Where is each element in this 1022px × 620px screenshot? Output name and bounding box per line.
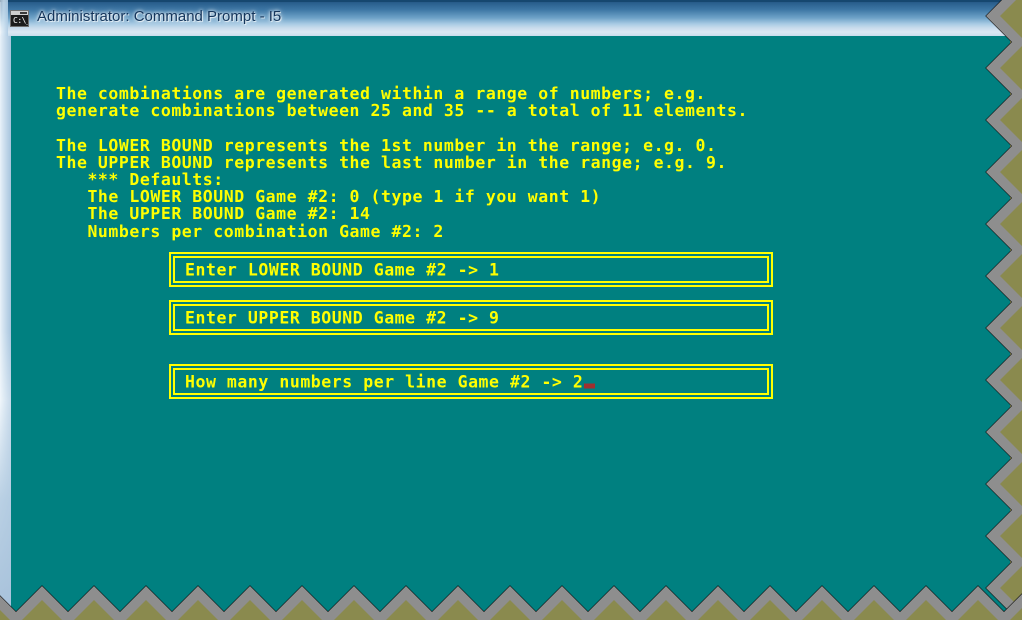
prompt-text-upper-bound: Enter UPPER BOUND Game #2 -> 9 — [185, 308, 500, 327]
title-bar[interactable]: C:\_ Administrator: Command Prompt - I5 — [0, 0, 1010, 36]
console-line: The UPPER BOUND represents the last numb… — [56, 152, 727, 172]
console-line: The LOWER BOUND Game #2: 0 (type 1 if yo… — [56, 187, 602, 207]
console-line: Numbers per combination Game #2: 2 — [56, 221, 444, 241]
prompt-text-numbers-per-line: How many numbers per line Game #2 -> 2 — [185, 372, 596, 391]
screenshot-root: C:\_ Administrator: Command Prompt - I5 … — [0, 0, 1022, 620]
console-line: The combinations are generated within a … — [56, 84, 706, 103]
prompt-box-lower-bound[interactable]: Enter LOWER BOUND Game #2 -> 1 — [169, 252, 773, 287]
window-left-border-fade — [0, 330, 11, 612]
prompt-box-upper-bound[interactable]: Enter UPPER BOUND Game #2 -> 9 — [169, 300, 773, 335]
icon-prompt-text: C:\_ — [13, 16, 29, 25]
console-line: The LOWER BOUND represents the 1st numbe… — [56, 135, 717, 155]
prompt-box-numbers-per-line[interactable]: How many numbers per line Game #2 -> 2 — [169, 364, 773, 399]
console-line: The UPPER BOUND Game #2: 14 — [56, 204, 371, 224]
prompt-value-lower-bound[interactable]: 1 — [489, 260, 499, 279]
prompt-label-numbers-per-line: How many numbers per line Game #2 -> — [185, 372, 573, 391]
console-line: generate combinations between 25 and 35 … — [56, 101, 748, 121]
console-line: *** Defaults: — [56, 170, 224, 189]
console-client-area[interactable]: The combinations are generated within a … — [11, 36, 1010, 612]
prompt-label-lower-bound: Enter LOWER BOUND Game #2 -> — [185, 260, 490, 279]
prompt-value-numbers-per-line[interactable]: 2 — [573, 372, 583, 391]
command-prompt-icon[interactable]: C:\_ — [10, 10, 29, 27]
window-title: Administrator: Command Prompt - I5 — [37, 8, 282, 25]
prompt-label-upper-bound: Enter UPPER BOUND Game #2 -> — [185, 308, 490, 327]
text-cursor — [584, 383, 596, 388]
prompt-text-lower-bound: Enter LOWER BOUND Game #2 -> 1 — [185, 260, 500, 279]
prompt-value-upper-bound[interactable]: 9 — [489, 308, 499, 327]
command-prompt-window: C:\_ Administrator: Command Prompt - I5 … — [0, 0, 1022, 620]
